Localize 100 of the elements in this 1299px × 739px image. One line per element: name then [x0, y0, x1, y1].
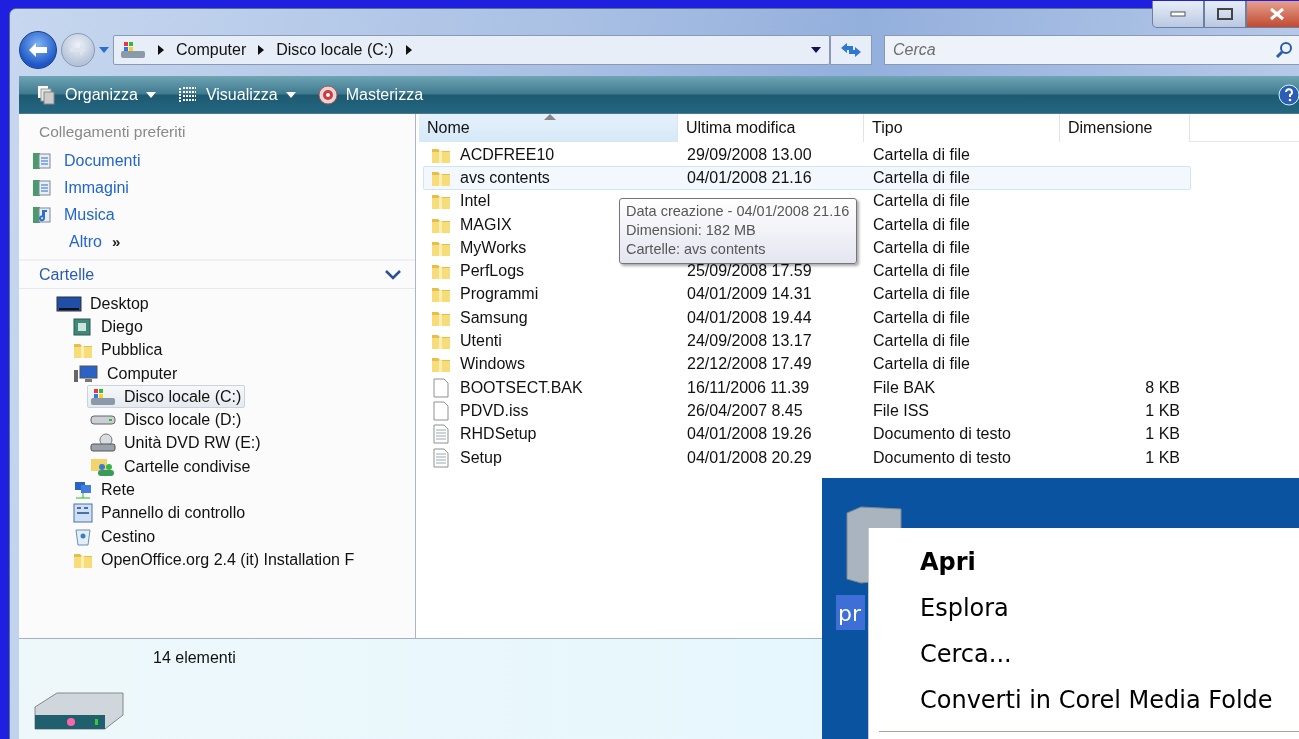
favorite-link[interactable]: Documenti: [19, 147, 415, 174]
type-cell-text: Documento di testo: [872, 448, 1012, 467]
type-cell-text: Cartella di file: [872, 355, 971, 374]
file-icon: [431, 377, 451, 398]
more-link[interactable]: Altro »: [19, 228, 415, 255]
file-name: Intel: [460, 192, 491, 211]
breadcrumb-arrow-icon: [405, 45, 412, 55]
text-document-icon: [431, 424, 451, 445]
drive-icon: [120, 40, 146, 60]
forward-arrow-icon: [69, 43, 87, 57]
tree-item[interactable]: Computer: [70, 362, 182, 386]
documents-icon: [32, 150, 52, 171]
icon-label: pr: [836, 595, 865, 630]
close-icon: [1269, 7, 1285, 21]
breadcrumb[interactable]: Computer: [176, 41, 247, 59]
views-icon: [177, 84, 198, 105]
maximize-button[interactable]: [1204, 1, 1246, 28]
shared-folder-icon: [90, 456, 116, 477]
maximize-icon: [1217, 8, 1233, 20]
file-name: MAGIX: [460, 215, 512, 234]
section-title: Collegamenti preferiti: [38, 123, 187, 142]
disc-icon: [317, 84, 338, 105]
file-name: Programmi: [460, 285, 539, 304]
column-header[interactable]: Nome: [419, 114, 678, 142]
file-name: BOOTSECT.BAK: [460, 378, 583, 397]
date-cell-text: 16/11/2006 11.39: [686, 378, 811, 397]
date-cell-text: 26/04/2007 8.45: [686, 401, 804, 420]
close-button[interactable]: [1246, 1, 1299, 28]
tooltip-line: Dimensioni: 182 MB: [626, 221, 757, 240]
search-field[interactable]: Cerca: [884, 35, 1299, 65]
menu-item[interactable]: Converti in Corel Media Folde: [869, 677, 1299, 723]
minimize-button[interactable]: [1152, 1, 1204, 28]
menu-item[interactable]: Esplora: [869, 585, 1299, 631]
file-name: Windows: [460, 355, 525, 374]
file-name: MyWorks: [460, 238, 527, 257]
date-cell-text: 22/12/2008 17.49: [686, 355, 813, 374]
file-name: avs contents: [460, 168, 550, 187]
date-cell-text: 04/01/2009 14.31: [686, 285, 813, 304]
column-header[interactable]: Tipo: [864, 114, 1060, 142]
recycle-bin-icon: [73, 526, 93, 547]
tree-item[interactable]: OpenOffice.org 2.4 (it) Installation F: [70, 548, 359, 572]
tree-item[interactable]: Pannello di controllo: [70, 501, 250, 525]
favorite-link[interactable]: Musica: [19, 201, 415, 228]
desktop-icon: [56, 293, 82, 314]
user-folder-icon: [73, 316, 93, 337]
hard-drive-icon: [90, 415, 116, 426]
type-cell-text: Cartella di file: [872, 192, 971, 211]
size-cell-text: 1 KB: [1144, 425, 1181, 444]
size-cell-text: 8 KB: [1144, 378, 1181, 397]
column-header[interactable]: Ultima modifica: [678, 114, 864, 142]
file-icon: [431, 400, 451, 421]
control-panel-icon: [73, 503, 93, 524]
type-cell-text: File BAK: [872, 378, 937, 397]
tree-item[interactable]: Disco locale (C:): [87, 385, 246, 409]
minimize-icon: [1170, 11, 1186, 17]
chevron-down-icon[interactable]: [385, 269, 401, 280]
file-name: RHDSetup: [460, 425, 537, 444]
help-icon[interactable]: [1278, 83, 1299, 106]
type-cell-text: Cartella di file: [872, 215, 971, 234]
dvd-drive-icon: [90, 433, 116, 454]
tree-item[interactable]: Diego: [70, 315, 147, 339]
tree-item[interactable]: Disco locale (D:): [87, 408, 246, 432]
history-caret-icon: [99, 47, 109, 53]
address-bar[interactable]: Computer Disco locale (C:): [113, 35, 830, 65]
type-cell-text: Cartella di file: [872, 332, 971, 350]
type-cell-text: Cartella di file: [872, 308, 971, 327]
type-cell-text: Cartella di file: [872, 238, 971, 257]
favorite-link[interactable]: Immagini: [19, 174, 415, 201]
menu-item[interactable]: Cerca...: [869, 631, 1299, 677]
tree-item[interactable]: Cartelle condivise: [87, 455, 255, 479]
menu-item[interactable]: Apri: [869, 539, 1299, 585]
pictures-icon: [32, 177, 52, 198]
date-cell-text: 04/01/2008 19.44: [686, 308, 813, 327]
toolbar-button[interactable]: Masterizza: [313, 79, 428, 110]
back-button[interactable]: [19, 31, 57, 69]
tree-item[interactable]: Pubblica: [70, 338, 167, 362]
column-header[interactable]: Dimensione: [1060, 114, 1190, 142]
tree-item[interactable]: Desktop: [53, 292, 153, 316]
section-title: Cartelle: [39, 265, 95, 284]
tree-item[interactable]: Unità DVD RW (E:): [87, 431, 265, 455]
tree-item[interactable]: Cestino: [70, 525, 160, 549]
date-cell-text: 04/01/2008 21.16: [686, 168, 813, 187]
computer-icon: [73, 363, 99, 384]
tooltip-line: Cartelle: avs contents: [626, 240, 767, 259]
tree-item[interactable]: Rete: [70, 478, 139, 502]
dropdown-caret-icon: [811, 47, 821, 53]
network-icon: [73, 480, 93, 500]
file-name: PerfLogs: [460, 262, 525, 281]
breadcrumb[interactable]: Disco locale (C:): [276, 41, 394, 59]
type-cell-text: Cartella di file: [872, 168, 971, 187]
breadcrumb-arrow-icon: [258, 45, 265, 55]
size-cell-text: 1 KB: [1144, 401, 1181, 420]
date-cell-text: 25/09/2008 17.59: [686, 262, 813, 281]
type-cell-text: Documento di testo: [872, 425, 1012, 444]
text-document-icon: [431, 447, 451, 468]
type-cell-text: Cartella di file: [872, 145, 971, 164]
toolbar-button[interactable]: Visualizza: [173, 79, 300, 110]
refresh-button[interactable]: [830, 35, 872, 65]
toolbar-button[interactable]: Organizza: [33, 79, 160, 110]
type-cell-text: File ISS: [872, 401, 930, 420]
